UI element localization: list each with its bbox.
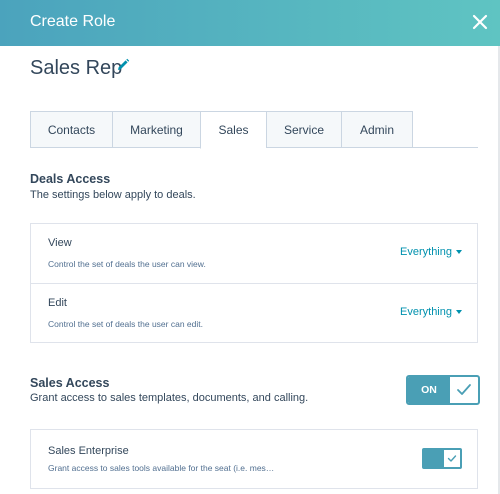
deals-edit-dropdown[interactable]: Everything xyxy=(400,306,462,318)
tab-sales[interactable]: Sales xyxy=(200,111,266,149)
toggle-on-label: ON xyxy=(408,377,450,403)
tab-service[interactable]: Service xyxy=(266,111,341,148)
sales-enterprise-description: Grant access to sales tools available fo… xyxy=(48,463,275,473)
sales-enterprise-toggle[interactable] xyxy=(422,448,462,469)
sales-access-description: Grant access to sales templates, documen… xyxy=(30,392,309,404)
deals-view-description: Control the set of deals the user can vi… xyxy=(48,259,206,269)
tab-contacts[interactable]: Contacts xyxy=(30,111,112,148)
deals-access-title: Deals Access xyxy=(30,172,111,186)
checkmark-icon xyxy=(444,450,460,467)
deals-view-title: View xyxy=(48,237,72,249)
deals-access-panel: View Control the set of deals the user c… xyxy=(30,223,478,343)
permission-tabs: Contacts Marketing Sales Service Admin xyxy=(30,111,478,149)
deals-view-value: Everything xyxy=(400,246,452,258)
caret-down-icon xyxy=(456,310,462,315)
deals-view-dropdown[interactable]: Everything xyxy=(400,246,462,258)
sales-access-title: Sales Access xyxy=(30,376,110,390)
deals-access-description: The settings below apply to deals. xyxy=(30,189,196,201)
deals-edit-value: Everything xyxy=(400,306,452,318)
pencil-edit-icon[interactable] xyxy=(116,58,130,72)
tab-admin[interactable]: Admin xyxy=(341,111,413,148)
deals-edit-description: Control the set of deals the user can ed… xyxy=(48,319,203,329)
role-name: Sales Rep xyxy=(30,57,123,79)
tab-marketing[interactable]: Marketing xyxy=(112,111,200,148)
modal-title: Create Role xyxy=(30,13,116,30)
checkmark-icon xyxy=(450,377,478,403)
sales-access-toggle[interactable]: ON xyxy=(406,375,480,405)
deals-edit-title: Edit xyxy=(48,297,67,309)
sales-enterprise-panel: Sales Enterprise Grant access to sales t… xyxy=(30,429,478,489)
caret-down-icon xyxy=(456,250,462,255)
toggle-on-fill xyxy=(424,450,444,467)
deals-view-row: View Control the set of deals the user c… xyxy=(31,224,477,283)
modal-header: Create Role xyxy=(0,0,500,46)
sales-enterprise-title: Sales Enterprise xyxy=(48,445,129,457)
close-icon[interactable] xyxy=(468,10,492,34)
deals-edit-row: Edit Control the set of deals the user c… xyxy=(31,283,477,342)
